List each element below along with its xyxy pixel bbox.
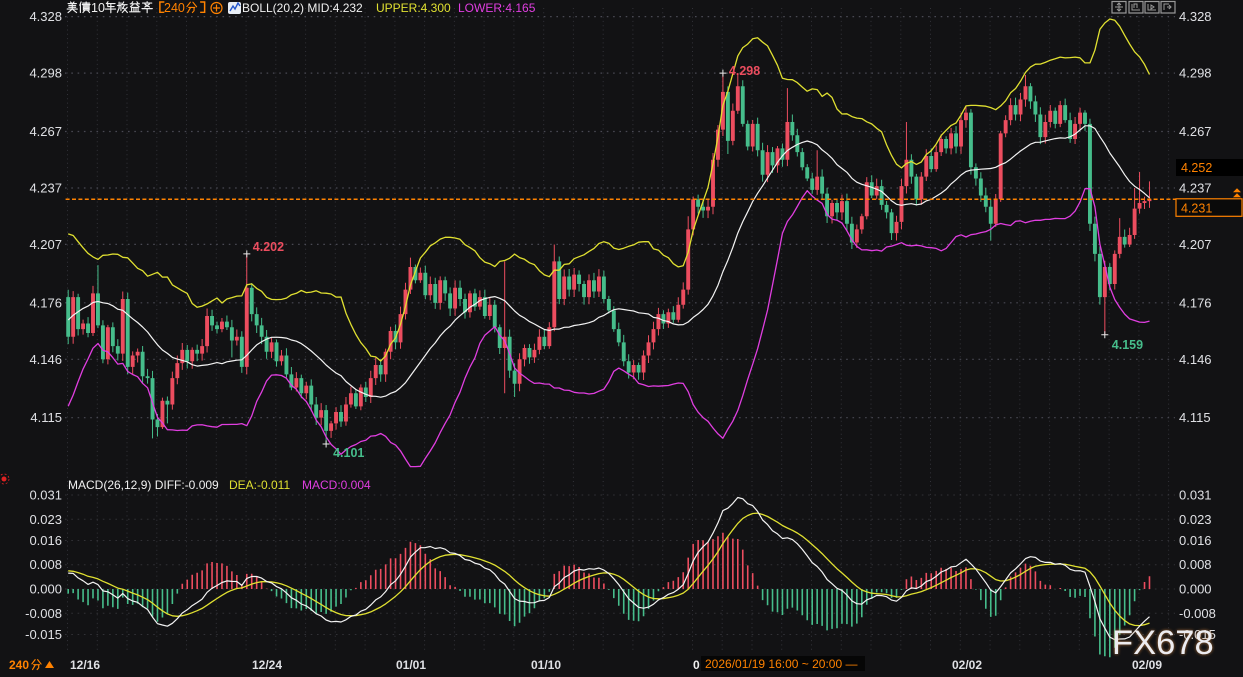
svg-text:UPPER:4.300: UPPER:4.300 bbox=[376, 1, 451, 15]
svg-text:MACD(26,12,9) DIFF:-0.009: MACD(26,12,9) DIFF:-0.009 bbox=[68, 478, 219, 492]
svg-text:4.146: 4.146 bbox=[1179, 352, 1212, 367]
svg-text:10: 10 bbox=[91, 1, 105, 15]
svg-text:-0.008: -0.008 bbox=[25, 606, 62, 621]
svg-text:0.016: 0.016 bbox=[1179, 533, 1212, 548]
svg-text:DEA:-0.011: DEA:-0.011 bbox=[229, 478, 290, 492]
svg-text:4.252: 4.252 bbox=[1181, 161, 1212, 175]
svg-text:-0.008: -0.008 bbox=[1179, 606, 1216, 621]
svg-text:0.000: 0.000 bbox=[29, 582, 62, 597]
svg-text:0.023: 0.023 bbox=[1179, 512, 1212, 527]
svg-text:4.115: 4.115 bbox=[1179, 410, 1211, 425]
svg-text:0.031: 0.031 bbox=[1179, 488, 1212, 503]
svg-text:LOWER:4.165: LOWER:4.165 bbox=[458, 1, 536, 15]
svg-text:BOLL(20,2) MID:4.232: BOLL(20,2) MID:4.232 bbox=[242, 1, 363, 15]
svg-text:4.237: 4.237 bbox=[1179, 181, 1212, 196]
svg-text:-0.015: -0.015 bbox=[25, 627, 62, 642]
svg-text:0.000: 0.000 bbox=[1179, 582, 1212, 597]
svg-text:0.008: 0.008 bbox=[1179, 557, 1212, 572]
svg-text:4.328: 4.328 bbox=[29, 9, 62, 24]
svg-text:4.231: 4.231 bbox=[1181, 201, 1212, 215]
svg-text:4.237: 4.237 bbox=[29, 181, 62, 196]
svg-text:4.298: 4.298 bbox=[29, 66, 62, 81]
svg-text:4.328: 4.328 bbox=[1179, 9, 1212, 24]
svg-text:240: 240 bbox=[9, 658, 29, 672]
svg-text:4.159: 4.159 bbox=[1112, 338, 1143, 352]
svg-text:4.267: 4.267 bbox=[29, 124, 62, 139]
svg-text:4.101: 4.101 bbox=[333, 446, 364, 460]
svg-text:FX678: FX678 bbox=[1112, 624, 1214, 662]
svg-text:4.202: 4.202 bbox=[253, 240, 284, 254]
svg-text:02/02: 02/02 bbox=[952, 658, 982, 672]
svg-text:0.008: 0.008 bbox=[29, 557, 62, 572]
svg-text:0.023: 0.023 bbox=[29, 512, 62, 527]
svg-text:4.207: 4.207 bbox=[1179, 237, 1212, 252]
svg-text:0: 0 bbox=[693, 658, 700, 672]
svg-text:4.298: 4.298 bbox=[729, 64, 760, 78]
svg-text:2026/01/19 16:00 ~ 20:00 —: 2026/01/19 16:00 ~ 20:00 — bbox=[705, 657, 857, 671]
svg-text:01/01: 01/01 bbox=[396, 658, 426, 672]
svg-text:12/16: 12/16 bbox=[70, 658, 100, 672]
svg-text:4.115: 4.115 bbox=[30, 410, 62, 425]
svg-text:4.207: 4.207 bbox=[29, 237, 62, 252]
svg-text:MACD:0.004: MACD:0.004 bbox=[302, 478, 371, 492]
svg-text:4.176: 4.176 bbox=[29, 295, 62, 310]
svg-text:0.016: 0.016 bbox=[29, 533, 62, 548]
svg-text:4.146: 4.146 bbox=[29, 352, 62, 367]
svg-text:0.031: 0.031 bbox=[29, 488, 62, 503]
svg-text:01/10: 01/10 bbox=[531, 658, 561, 672]
svg-text:4.267: 4.267 bbox=[1179, 124, 1212, 139]
svg-text:4.298: 4.298 bbox=[1179, 66, 1212, 81]
svg-text:12/24: 12/24 bbox=[252, 658, 282, 672]
svg-text:240: 240 bbox=[164, 1, 185, 15]
svg-text:4.176: 4.176 bbox=[1179, 295, 1212, 310]
